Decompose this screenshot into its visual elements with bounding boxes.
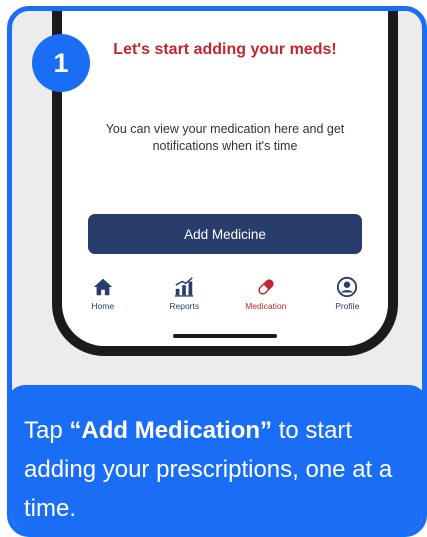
- phone-mockup: Let's start adding your meds! You can vi…: [52, 11, 398, 356]
- instruction-highlight: “Add Medication”: [69, 417, 273, 444]
- pill-icon: [258, 279, 274, 295]
- tab-medication-label: Medication: [245, 301, 287, 311]
- empty-state-headline: Let's start adding your meds!: [113, 41, 337, 58]
- profile-icon: [337, 276, 358, 298]
- home-indicator: [173, 334, 277, 338]
- tab-profile-label: Profile: [335, 301, 360, 311]
- instruction-panel: Tap “Add Medication” to start adding you…: [12, 385, 422, 532]
- phone-screen: Let's start adding your meds! You can vi…: [62, 11, 388, 346]
- step-number-badge: 1: [32, 34, 90, 92]
- bottom-tab-bar: Home Reports Medication Profile: [62, 276, 388, 316]
- tab-home[interactable]: Home: [68, 276, 138, 316]
- home-icon: [93, 278, 112, 296]
- tab-profile[interactable]: Profile: [312, 276, 382, 316]
- bar-chart-icon: [175, 277, 194, 297]
- add-medicine-button[interactable]: Add Medicine: [88, 214, 362, 254]
- tab-home-label: Home: [91, 301, 115, 311]
- tab-reports[interactable]: Reports: [149, 276, 219, 316]
- instruction-prefix: Tap: [24, 417, 70, 444]
- onboarding-step-card: Let's start adding your meds! You can vi…: [7, 6, 427, 537]
- empty-state-description: You can view your medication here and ge…: [105, 122, 345, 153]
- tab-medication[interactable]: Medication: [231, 276, 301, 316]
- tab-reports-label: Reports: [169, 301, 200, 311]
